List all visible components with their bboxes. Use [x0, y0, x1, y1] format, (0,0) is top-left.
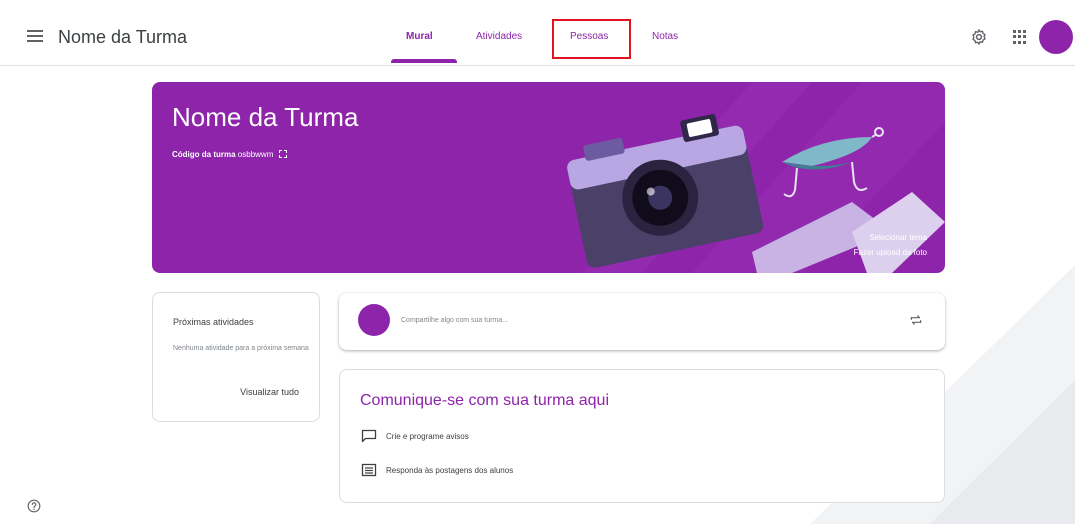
class-title[interactable]: Nome da Turma	[58, 27, 187, 48]
fullscreen-icon[interactable]	[278, 150, 287, 158]
upcoming-title: Próximas atividades	[173, 317, 254, 327]
share-box[interactable]: Compartilhe algo com sua turma...	[339, 293, 945, 350]
top-app-bar: Nome da Turma Mural Atividades Pessoas N…	[0, 0, 1075, 66]
avatar	[358, 304, 390, 336]
list-item: Crie e programe avisos	[361, 429, 469, 443]
announcement-icon	[361, 429, 377, 443]
repost-icon[interactable]	[909, 313, 923, 327]
list-item-label: Responda às postagens dos alunos	[386, 465, 514, 475]
gear-icon[interactable]	[970, 28, 988, 46]
class-banner: Nome da Turma Código da turma osbbwwm Se…	[152, 82, 945, 273]
list-item-label: Crie e programe avisos	[386, 431, 469, 441]
active-tab-indicator	[391, 59, 457, 63]
list-item: Responda às postagens dos alunos	[361, 463, 513, 477]
view-all-link[interactable]: Visualizar tudo	[240, 387, 299, 397]
banner-class-title[interactable]: Nome da Turma	[172, 102, 358, 133]
upload-photo-link[interactable]: Fazer upload da foto	[854, 248, 927, 257]
select-theme-link[interactable]: Selecionar tema	[869, 233, 927, 242]
class-code: Código da turma osbbwwm	[172, 150, 287, 159]
classroom-page: Nome da Turma Mural Atividades Pessoas N…	[0, 0, 1075, 524]
communicate-card: Comunique-se com sua turma aqui Crie e p…	[339, 369, 945, 503]
tab-mural[interactable]: Mural	[406, 31, 433, 42]
class-code-value: osbbwwm	[237, 150, 274, 159]
chat-icon	[361, 463, 377, 477]
class-code-label: Código da turma	[172, 150, 236, 159]
communicate-title: Comunique-se com sua turma aqui	[360, 392, 610, 409]
tab-atividades[interactable]: Atividades	[476, 31, 522, 42]
avatar[interactable]	[1039, 20, 1073, 54]
share-placeholder[interactable]: Compartilhe algo com sua turma...	[401, 317, 508, 324]
tab-notas[interactable]: Notas	[652, 31, 678, 42]
help-icon[interactable]	[27, 499, 41, 513]
upcoming-card: Próximas atividades Nenhuma atividade pa…	[152, 292, 320, 422]
apps-icon[interactable]	[1013, 30, 1027, 44]
menu-icon[interactable]	[27, 30, 43, 42]
highlight-box	[552, 19, 631, 59]
upcoming-empty-text: Nenhuma atividade para a próxima semana	[173, 345, 309, 352]
